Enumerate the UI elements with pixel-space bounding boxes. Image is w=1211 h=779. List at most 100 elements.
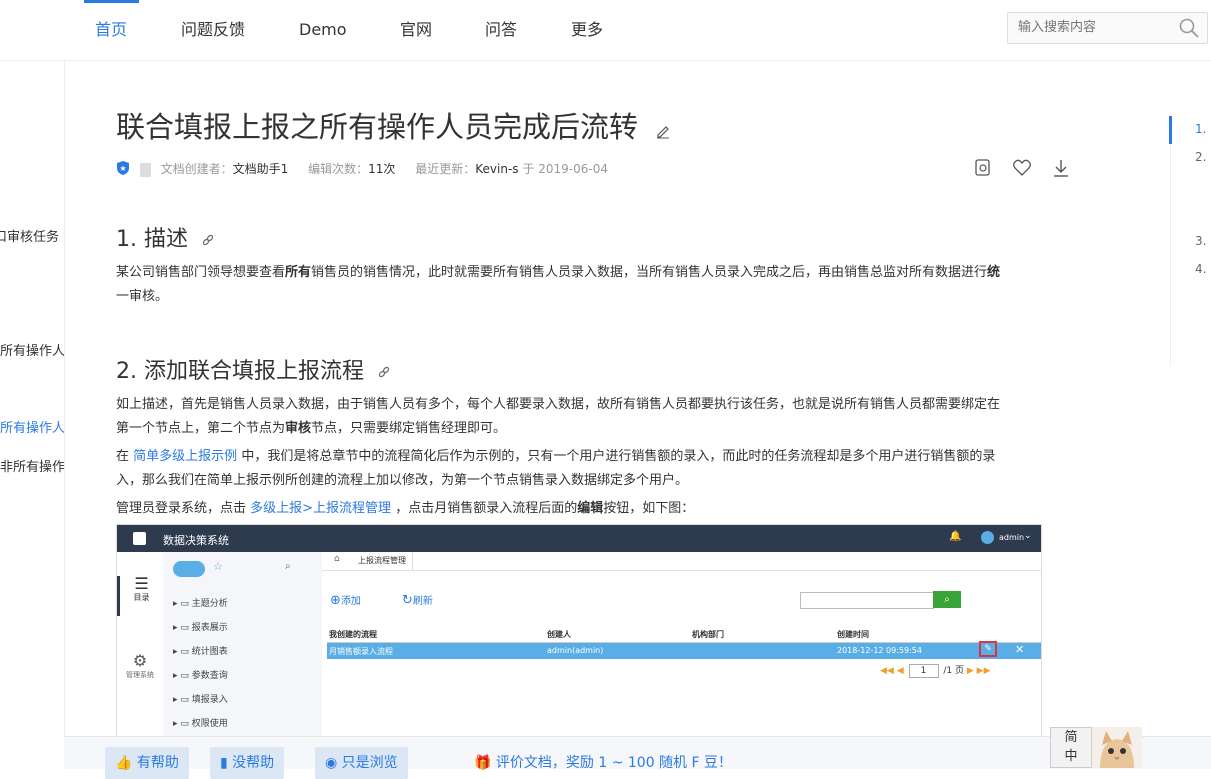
updated-date: 2019-06-04 — [538, 162, 608, 176]
anchor-link-icon[interactable] — [201, 228, 215, 253]
catalog-label: 目录 — [133, 593, 150, 602]
user-avatar — [981, 531, 994, 544]
nav-feedback[interactable]: 问题反馈 — [181, 0, 245, 60]
toc-item[interactable]: 1. — [1195, 122, 1206, 136]
edit-icon[interactable] — [655, 112, 671, 146]
app-header: 数据决策系统 🔔 admin ⌄ — [117, 525, 1041, 552]
table-row: 月销售额录入流程 admin(admin) 2018-12-12 09:59:5… — [327, 641, 1041, 659]
page-title: 联合填报上报之所有操作人员完成后流转 — [116, 104, 671, 146]
filter-input — [800, 592, 934, 609]
left-sidebar: 口审核任务 所有操作人 所有操作人 非所有操作 — [0, 61, 65, 768]
search-icon[interactable] — [1179, 18, 1199, 42]
not-helpful-button[interactable]: ▮ 没帮助 — [210, 747, 285, 779]
reward-text[interactable]: 🎁 评价文档，奖励 1 ~ 100 随机 F 豆！ — [474, 747, 732, 779]
nav-demo[interactable]: Demo — [299, 0, 347, 60]
plus-circle-icon: ⊕ — [330, 593, 341, 608]
toc-active-indicator — [1169, 116, 1172, 144]
thumbs-up-icon: 👍 — [115, 755, 133, 771]
top-navbar: 首页 问题反馈 Demo 官网 问答 更多 — [0, 0, 1211, 61]
sidebar-item[interactable]: 所有操作人 — [0, 340, 64, 359]
language-toggle[interactable]: 简 中 — [1050, 727, 1092, 768]
lang-chinese[interactable]: 中 — [1051, 747, 1091, 766]
search-input[interactable] — [1016, 19, 1180, 36]
helpful-button[interactable]: 👍 有帮助 — [105, 747, 189, 779]
app-main: ⌂ 上报流程管理 ⊕添加 ↻刷新 ⌕ 我创建的流程 创建人 机构部门 创建时间 … — [322, 552, 1041, 737]
tree-item: ▸ ▭ 权限使用 — [173, 719, 228, 729]
home-icon: ⌂ — [334, 554, 340, 564]
report-process-link[interactable]: 多级上报>上报流程管理 — [250, 501, 391, 516]
section-heading: 2. 添加联合填报上报流程 — [116, 353, 391, 385]
edit-count: 11次 — [368, 162, 396, 176]
pagination: ◀◀ ◀ 1 /1 页 ▶ ▶▶ — [880, 664, 991, 678]
favorite-heart-icon[interactable] — [1012, 158, 1032, 182]
search-box — [1007, 12, 1208, 44]
gear-icon: ⚙ — [132, 651, 148, 670]
app-title: 数据决策系统 — [163, 534, 229, 547]
paragraph: 某公司销售部门领导想要查看所有销售员的销售情况，此时就需要所有销售人员录入数据，… — [116, 265, 1001, 304]
sidebar-item[interactable]: 口审核任务 — [0, 226, 59, 245]
tree-item: ▸ ▭ 参数查询 — [173, 671, 228, 681]
toc-item[interactable]: 4. — [1195, 262, 1206, 276]
filter-search-button: ⌕ — [933, 591, 961, 608]
tab-report-process: 上报流程管理 — [352, 552, 413, 570]
feedback-bar: 👍 有帮助 ▮ 没帮助 ◉ 只是浏览 🎁 评价文档，奖励 1 ~ 100 随机 … — [64, 736, 1211, 779]
refresh-button: ↻刷新 — [402, 593, 433, 608]
toc-item[interactable]: 3. — [1195, 234, 1206, 248]
nav-official-site[interactable]: 官网 — [400, 0, 432, 60]
just-browsing-button[interactable]: ◉ 只是浏览 — [315, 747, 408, 779]
admin-label: 管理系统 — [126, 671, 154, 679]
doc-icon — [139, 162, 151, 177]
tree-tab-star-icon: ☆ — [213, 560, 223, 573]
add-button: ⊕添加 — [330, 593, 361, 608]
app-logo-icon — [133, 532, 146, 545]
tree-item: ▸ ▭ 填报录入 — [173, 695, 228, 705]
edits-label: 编辑次数： — [308, 162, 369, 176]
simple-report-example-link[interactable]: 简单多级上报示例 — [133, 449, 237, 464]
eye-icon: ◉ — [325, 755, 338, 771]
share-icon[interactable] — [973, 158, 993, 182]
admin-tab: ⚙ 管理系统 — [117, 652, 163, 680]
comment-icon: ▮ — [220, 755, 228, 771]
tree-item: ▸ ▭ 报表展示 — [173, 623, 228, 633]
refresh-icon: ↻ — [402, 593, 413, 608]
app-side-menu: ☰ 目录 ⚙ 管理系统 — [117, 552, 164, 737]
bell-icon: 🔔 — [949, 531, 962, 542]
sidebar-item[interactable]: 非所有操作 — [0, 456, 64, 475]
row-delete-icon: ✕ — [1015, 643, 1025, 656]
creator-name[interactable]: 文档助手1 — [233, 162, 289, 176]
paragraph: 如上描述，首先是销售人员录入数据，由于销售人员有多个，每个人都要录入数据，故所有… — [116, 397, 1001, 436]
app-tree: ☆ ⌕ ▸ ▭ 主题分析 ▸ ▭ 报表展示 ▸ ▭ 统计图表 ▸ ▭ 参数查询 … — [163, 552, 323, 737]
nav-qa[interactable]: 问答 — [485, 0, 517, 60]
updated-by[interactable]: Kevin-s — [475, 162, 518, 176]
anchor-link-icon[interactable] — [377, 360, 391, 385]
row-edit-icon: ✎ — [979, 641, 997, 657]
tree-search-icon: ⌕ — [285, 561, 291, 572]
nav-home[interactable]: 首页 — [95, 0, 127, 60]
table-header: 我创建的流程 创建人 机构部门 创建时间 — [327, 628, 1041, 643]
sidebar-item-active[interactable]: 所有操作人 — [0, 417, 64, 436]
catalog-tab: ☰ 目录 — [117, 576, 163, 616]
cat-mascot-icon[interactable] — [1092, 727, 1142, 768]
paragraph: 管理员登录系统，点击 多级上报>上报流程管理 ，点击月销售额录入流程后面的编辑按… — [116, 501, 695, 516]
verified-badge-icon: ★ — [116, 160, 130, 179]
doc-meta: ★ 文档创建者：文档助手1 编辑次数：11次 最近更新：Kevin-s 于 20… — [116, 160, 608, 179]
chevron-down-icon: ⌄ — [1024, 531, 1032, 541]
lang-simplified[interactable]: 简 — [1051, 728, 1091, 747]
download-icon[interactable] — [1051, 158, 1071, 182]
tree-tab-list — [173, 561, 205, 577]
list-icon: ☰ — [134, 574, 149, 593]
paragraph: 在 简单多级上报示例 中，我们是将总章节中的流程简化后作为示例的，只有一个用户进… — [116, 449, 996, 488]
gift-icon: 🎁 — [474, 755, 492, 771]
svg-text:★: ★ — [119, 164, 126, 173]
creator-label: 文档创建者： — [160, 162, 233, 176]
nav-more[interactable]: 更多 — [571, 0, 603, 60]
tree-item: ▸ ▭ 统计图表 — [173, 647, 228, 657]
updated-label: 最近更新： — [415, 162, 476, 176]
user-name: admin — [999, 533, 1025, 542]
table-of-contents: 1. 2. 3. 4. — [1169, 116, 1211, 366]
embedded-screenshot: 数据决策系统 🔔 admin ⌄ ☰ 目录 ⚙ 管理系统 ☆ ⌕ ▸ ▭ 主题分… — [116, 524, 1042, 738]
tree-item: ▸ ▭ 主题分析 — [173, 599, 228, 609]
updated-on-label: 于 — [522, 162, 535, 176]
section-heading: 1. 描述 — [116, 221, 215, 253]
toc-item[interactable]: 2. — [1195, 150, 1206, 164]
